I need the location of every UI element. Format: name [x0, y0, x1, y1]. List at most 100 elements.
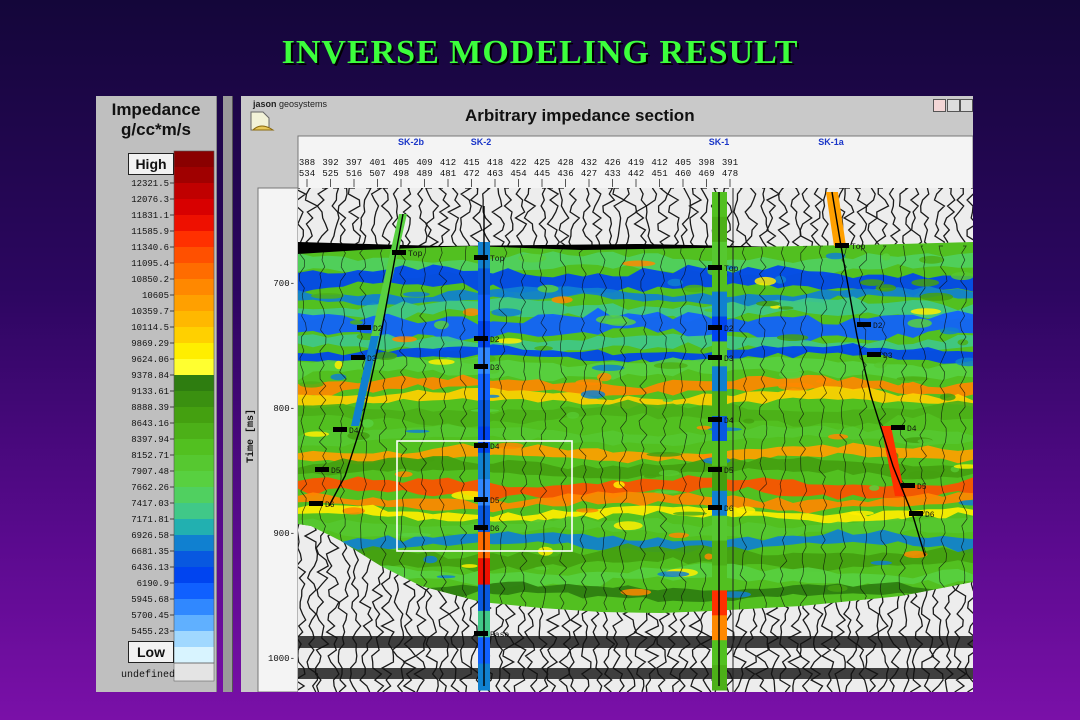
colorbar-swatch — [174, 151, 214, 168]
horizon-label: D3 — [490, 364, 500, 373]
colorbar-swatch — [174, 487, 214, 504]
horizon-marker — [474, 255, 488, 260]
colorbar-tick-label: 12076.3 — [131, 195, 169, 205]
horizon-marker — [891, 425, 905, 430]
well-label: SK-2 — [471, 137, 492, 147]
horizon-marker — [474, 631, 488, 636]
colorbar-swatch — [174, 263, 214, 280]
horizon-label: D2 — [373, 325, 383, 334]
trace-number-top: 425 — [534, 158, 550, 168]
colorbar-tick-label: 7171.81 — [131, 515, 169, 525]
impedance-speckle — [350, 300, 382, 306]
trace-number-top: 428 — [557, 158, 573, 168]
trace-number-bottom: 534 — [299, 169, 315, 179]
colorbar-tick-label: 8152.71 — [131, 451, 169, 461]
colorbar-swatch — [174, 423, 214, 440]
trace-number-top: 405 — [675, 158, 691, 168]
impedance-section-plot[interactable]: SK-2b SK-2 SK-1 SK-1a 388534 392525 397516 4015… — [241, 96, 973, 692]
impedance-speckle — [330, 373, 347, 381]
colorbar-swatch — [174, 439, 214, 456]
impedance-speckle — [910, 308, 942, 315]
impedance-speckle — [551, 296, 573, 304]
trace-number-bottom: 469 — [698, 169, 714, 179]
colorbar-swatch — [174, 647, 214, 664]
colorbar-svg: 12566.812321.512076.311831.111585.911340… — [131, 150, 215, 682]
wiggle-event — [298, 668, 973, 679]
colorbar-tick-label: 5945.68 — [131, 595, 169, 605]
trace-number-top: 405 — [393, 158, 409, 168]
impedance-speckle — [815, 379, 832, 384]
impedance-speckle — [613, 521, 643, 531]
impedance-speckle — [496, 292, 515, 297]
colorbar-tick-label: 11095.4 — [131, 259, 169, 269]
horizon-marker — [315, 467, 329, 472]
impedance-speckle — [940, 327, 960, 335]
legend-scrollbar[interactable] — [223, 96, 233, 692]
impedance-speckle — [881, 253, 891, 261]
maximize-icon[interactable] — [960, 99, 973, 112]
colorbar-swatch — [174, 327, 214, 344]
colorbar-swatch — [174, 199, 214, 216]
colorbar-swatch — [174, 167, 214, 184]
legend-undefined-label: undefined — [121, 670, 176, 681]
colorbar-swatch — [174, 583, 214, 600]
horizon-marker — [708, 355, 722, 360]
trace-number-bottom: 442 — [628, 169, 644, 179]
impedance-speckle — [896, 376, 929, 381]
trace-number-top: 412 — [651, 158, 667, 168]
minimize-icon[interactable] — [947, 99, 960, 112]
close-icon[interactable] — [933, 99, 946, 112]
brand-suffix: geosystems — [276, 99, 328, 109]
trace-number-top: 388 — [299, 158, 315, 168]
wiggle-event — [298, 636, 973, 648]
colorbar-swatch — [174, 295, 214, 312]
colorbar-swatch — [174, 567, 214, 584]
legend-low-label: Low — [128, 641, 174, 663]
horizon-label: Top — [408, 250, 423, 259]
section-content: Top D2 D3 D4 D5 D6 Top D2 D3 D4 D5 D6 Base Top D2 D3 D4 D… — [298, 188, 973, 692]
colorbar-tick-label: 6926.58 — [131, 531, 169, 541]
trace-number-bottom: 433 — [604, 169, 620, 179]
colorbar-tick-label: 9869.29 — [131, 339, 169, 349]
horizon-label: Top — [724, 265, 739, 274]
horizon-label: Top — [851, 243, 866, 252]
impedance-speckle — [597, 372, 612, 382]
impedance-speckle — [939, 393, 956, 401]
trace-number-top: 392 — [322, 158, 338, 168]
legend-title: Impedance g/cc*m/s — [96, 100, 216, 140]
horizon-label: D6 — [325, 501, 335, 510]
impedance-speckle — [873, 362, 887, 369]
colorbar-tick-label: 6436.13 — [131, 563, 169, 573]
horizon-label: Top — [490, 255, 505, 264]
colorbar-tick-label: 9133.61 — [131, 387, 169, 397]
brand-logo-text: jason geosystems — [253, 99, 327, 109]
impedance-speckle — [534, 566, 550, 570]
impedance-speckle — [919, 255, 945, 264]
impedance-speckle — [907, 470, 943, 480]
colorbar-swatch — [174, 455, 214, 472]
impedance-speckle — [654, 490, 679, 494]
colorbar-tick-label: 8888.39 — [131, 403, 169, 413]
colorbar-tick-label: 5455.23 — [131, 627, 169, 637]
time-tick-label: 1000- — [268, 654, 295, 664]
horizon-label: D2 — [724, 325, 734, 334]
colorbar-swatch — [174, 599, 214, 616]
legend-title-unit: g/cc*m/s — [121, 120, 191, 139]
colorbar-swatch — [174, 231, 214, 248]
horizon-label: D3 — [724, 355, 734, 364]
impedance-speckle — [828, 433, 849, 440]
horizon-marker — [357, 325, 371, 330]
impedance-speckle — [423, 457, 435, 462]
impedance-speckle — [875, 284, 896, 292]
colorbar-swatch — [174, 279, 214, 296]
trace-number-bottom: 427 — [581, 169, 597, 179]
horizon-label: D6 — [925, 511, 935, 520]
horizon-label: D5 — [331, 467, 341, 476]
colorbar-tick-label: 7417.03 — [131, 499, 169, 509]
trace-number-bottom: 507 — [369, 169, 385, 179]
horizon-label: D4 — [724, 417, 734, 426]
impedance-speckle — [754, 276, 776, 286]
section-viewer-window: SK-2b SK-2 SK-1 SK-1a 388 534 392 525 397 516 401 5… — [241, 96, 973, 692]
horizon-marker — [392, 250, 406, 255]
legend-high-label: High — [128, 153, 174, 175]
